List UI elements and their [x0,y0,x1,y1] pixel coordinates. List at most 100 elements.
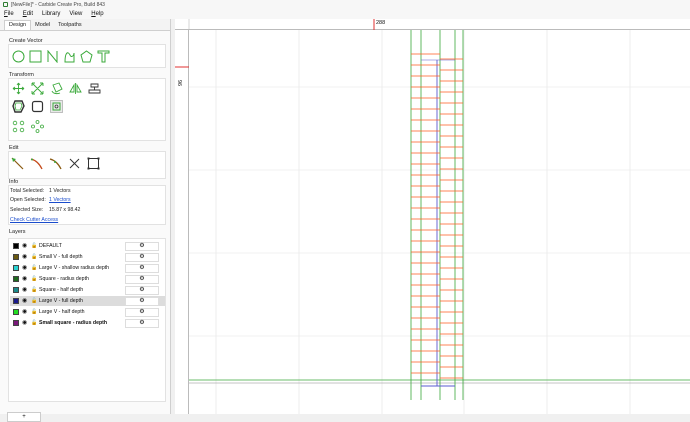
layer-color-swatch[interactable] [13,287,19,293]
tab-toolpaths[interactable]: Toolpaths [54,21,86,30]
menu-view[interactable]: View [69,11,82,17]
move-icon[interactable] [12,82,25,95]
gear-icon[interactable]: ⚙ [125,318,159,328]
layer-name[interactable]: Small square - radius depth [39,320,119,326]
selected-size-label: Selected Size: [10,207,44,213]
text-tool-icon[interactable] [97,50,110,63]
lock-icon[interactable]: 🔓 [31,287,37,293]
menu-help[interactable]: Help [91,11,103,17]
layer-row[interactable]: ◉ 🔓 Large V - shallow radius depth ⚙ [10,263,165,273]
layer-name[interactable]: DEFAULT [39,243,119,249]
group-icon[interactable] [50,100,63,113]
rotate-icon[interactable] [50,82,63,95]
window-title: [NewFile]* - Carbide Create Pro, Build 8… [11,1,105,8]
left-ruler: 96 [175,30,189,414]
eye-icon[interactable]: ◉ [22,276,29,282]
gear-icon[interactable]: ⚙ [125,263,159,273]
top-ruler: 288 [175,19,690,30]
layer-color-swatch[interactable] [13,320,19,326]
eye-icon[interactable]: ◉ [22,243,29,249]
create-vector-box [8,44,166,68]
menu-file[interactable]: File [4,11,14,17]
open-selected-label: Open Selected: [10,197,46,203]
delete-vector-icon[interactable] [68,157,81,170]
eye-icon[interactable]: ◉ [22,298,29,304]
layer-row[interactable]: ◉ 🔓 Small square - radius depth ⚙ [10,318,165,328]
lock-icon[interactable]: 🔓 [31,298,37,304]
layer-color-swatch[interactable] [13,254,19,260]
layer-name[interactable]: Square - half depth [39,287,119,293]
selected-size-value: 15.87 x 98.42 [49,207,81,213]
offset-icon[interactable] [12,100,25,113]
design-canvas[interactable] [189,30,690,414]
layer-color-swatch[interactable] [13,309,19,315]
menu-bar: File Edit Library View Help [0,9,690,19]
lock-icon[interactable]: 🔓 [31,309,37,315]
gear-icon[interactable]: ⚙ [125,285,159,295]
lock-icon[interactable]: 🔓 [31,243,37,249]
layer-name[interactable]: Small V - full depth [39,254,119,260]
layer-color-swatch[interactable] [13,243,19,249]
mirror-icon[interactable] [69,82,82,95]
layers-list: ◉ 🔓 DEFAULT ⚙ ◉ 🔓 Small V - full depth ⚙ ◉ 🔓 Large… [8,238,166,402]
node-edit-icon[interactable] [11,157,24,170]
left-panel: Design Model Toolpaths Create Vector Tra… [0,19,171,422]
total-selected-value: 1 Vectors [49,188,71,194]
title-bar: [NewFile]* - Carbide Create Pro, Build 8… [0,0,690,9]
corner-icon[interactable] [31,100,44,113]
menu-library[interactable]: Library [42,11,60,17]
layer-name[interactable]: Large V - shallow radius depth [39,265,119,271]
layer-row[interactable]: ◉ 🔓 Large V - half depth ⚙ [10,307,165,317]
lock-icon[interactable]: 🔓 [31,265,37,271]
layer-color-swatch[interactable] [13,298,19,304]
polygon-tool-icon[interactable] [80,50,93,63]
top-ruler-label: 288 [376,20,386,26]
transform-box [8,78,166,141]
array-icon[interactable] [12,120,25,133]
boolean-icon[interactable] [87,157,100,170]
gear-icon[interactable]: ⚙ [125,274,159,284]
eye-icon[interactable]: ◉ [22,254,29,260]
layer-name[interactable]: Large V - half depth [39,309,119,315]
lock-icon[interactable]: 🔓 [31,276,37,282]
circular-array-icon[interactable] [31,120,44,133]
layer-color-swatch[interactable] [13,276,19,282]
tab-model[interactable]: Model [31,21,54,30]
left-ruler-label: 96 [178,79,184,86]
trim-icon[interactable] [30,157,43,170]
open-selected-link[interactable]: 1 Vectors [49,197,71,203]
circle-tool-icon[interactable] [12,50,25,63]
rectangle-tool-icon[interactable] [29,50,42,63]
check-cutter-access-link[interactable]: Check Cutter Access [10,217,58,223]
layer-row[interactable]: ◉ 🔓 Large V - full depth ⚙ [10,296,165,306]
layer-row[interactable]: ◉ 🔓 Square - radius depth ⚙ [10,274,165,284]
gear-icon[interactable]: ⚙ [125,241,159,251]
menu-edit[interactable]: Edit [23,11,33,17]
layer-row[interactable]: ◉ 🔓 Square - half depth ⚙ [10,285,165,295]
design-panel: Create Vector Transform Edit Info Total … [0,30,170,422]
gear-icon[interactable]: ⚙ [125,252,159,262]
eye-icon[interactable]: ◉ [22,309,29,315]
lock-icon[interactable]: 🔓 [31,254,37,260]
total-selected-label: Total Selected: [10,188,45,194]
align-icon[interactable] [88,82,101,95]
layer-name[interactable]: Large V - full depth [39,298,119,304]
app-icon [3,2,8,7]
layer-color-swatch[interactable] [13,265,19,271]
gear-icon[interactable]: ⚙ [125,296,159,306]
layer-name[interactable]: Square - radius depth [39,276,119,282]
eye-icon[interactable]: ◉ [22,287,29,293]
polyline-tool-icon[interactable] [46,50,59,63]
tab-design[interactable]: Design [4,20,32,30]
curve-tool-icon[interactable] [63,50,76,63]
eye-icon[interactable]: ◉ [22,265,29,271]
scale-icon[interactable] [31,82,44,95]
lock-icon[interactable]: 🔓 [31,320,37,326]
layer-row[interactable]: ◉ 🔓 DEFAULT ⚙ [10,241,165,251]
section-layers: Layers [9,229,26,235]
gear-icon[interactable]: ⚙ [125,307,159,317]
layer-row[interactable]: ◉ 🔓 Small V - full depth ⚙ [10,252,165,262]
eye-icon[interactable]: ◉ [22,320,29,326]
join-icon[interactable] [49,157,62,170]
canvas-drawing [189,30,690,414]
